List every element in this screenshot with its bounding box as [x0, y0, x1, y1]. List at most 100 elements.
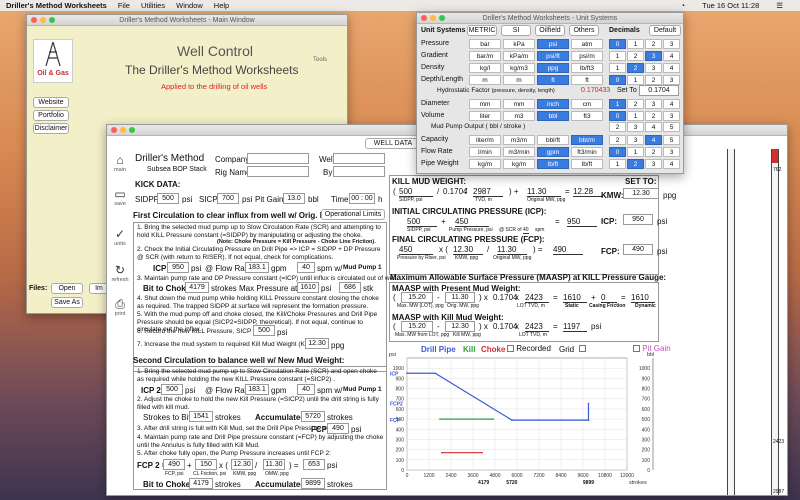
portfolio-button[interactable]: Portfolio [33, 110, 69, 121]
company-input[interactable] [247, 153, 309, 164]
icp-box-input[interactable]: 950 [623, 214, 653, 225]
decimal-option-3[interactable]: 3 [663, 111, 680, 121]
unit-option-2[interactable]: psi [537, 39, 569, 49]
kmw-box-input[interactable]: 12.30 [623, 188, 659, 199]
print-icon[interactable]: ⎙ [113, 297, 127, 312]
decimal-option-3[interactable]: 4 [663, 99, 680, 109]
icp-input[interactable]: 950 [167, 262, 189, 273]
unit-option-1[interactable]: m3/m [503, 135, 535, 145]
fcp-input[interactable]: 490 [327, 423, 349, 434]
unit-option-2[interactable]: ppg [537, 63, 569, 73]
open-button[interactable]: Open [51, 283, 83, 294]
fcp-box-input[interactable]: 490 [623, 244, 653, 255]
main-window-titlebar[interactable]: Driller's Method Worksheets - Main Windo… [27, 15, 347, 26]
window-controls[interactable] [421, 15, 445, 21]
decimal-option-3[interactable]: 3 [663, 147, 680, 157]
unit-option-1[interactable]: kPa [503, 39, 535, 49]
decimal-option-0[interactable]: 1 [609, 63, 626, 73]
unit-option-3[interactable]: psi/m [571, 51, 603, 61]
flow-rate-2-input[interactable]: 183.1 [245, 384, 269, 395]
unit-option-1[interactable]: m [503, 75, 535, 85]
decimal-option-0[interactable]: 1 [609, 99, 626, 109]
unit-option-0[interactable]: kg/m [469, 159, 501, 169]
unit-option-3[interactable]: cm [571, 99, 603, 109]
sidpp-input[interactable]: 500 [157, 193, 179, 204]
decimal-option-1[interactable]: 2 [627, 51, 644, 61]
unit-option-2[interactable]: psi/ft [537, 51, 569, 61]
operational-limits-button[interactable]: Operational Limits [321, 209, 385, 220]
accumulated-input[interactable]: 5720 [301, 411, 325, 422]
decimal-option-1[interactable]: 1 [627, 39, 644, 49]
unit-option-1[interactable]: mm [503, 99, 535, 109]
save-icon[interactable]: ▭ [113, 187, 127, 201]
decimal-option-2[interactable]: 3 [645, 99, 662, 109]
unit-option-1[interactable]: kPa/m [503, 51, 535, 61]
unit-option-1[interactable]: m3 [503, 111, 535, 121]
decimal-option-3[interactable]: 5 [663, 135, 680, 145]
decimal-option-1[interactable]: 3 [627, 135, 644, 145]
unit-option-3[interactable]: atm [571, 39, 603, 49]
wifi-icon[interactable]: ◔ [681, 1, 686, 10]
accumulated-2-input[interactable]: 9899 [301, 478, 325, 489]
decimal-option-2[interactable]: 2 [645, 147, 662, 157]
unit-option-0[interactable]: l/min [469, 147, 501, 157]
home-icon[interactable]: ⌂ [113, 153, 127, 167]
unit-option-2[interactable]: ft [537, 75, 569, 85]
bit-to-choke-input[interactable]: 4179 [185, 282, 209, 293]
unit-option-2[interactable]: inch [537, 99, 569, 109]
decimal-option-0[interactable]: 0 [609, 75, 626, 85]
refresh-icon[interactable]: ↻ [113, 263, 127, 277]
well-data-button[interactable]: WELL DATA [365, 138, 421, 149]
unit-option-0[interactable]: m [469, 75, 501, 85]
clock[interactable]: Tue 16 Oct 11:28 [702, 1, 759, 10]
decimal-option-0[interactable]: 0 [609, 147, 626, 157]
check-icon[interactable]: ✓ [113, 227, 127, 241]
sicp2-input[interactable]: 500 [253, 325, 275, 336]
decimal-option-3[interactable]: 4 [663, 63, 680, 73]
unit-option-3[interactable]: ft3 [571, 111, 603, 121]
unit-option-2[interactable]: bbl [537, 111, 569, 121]
unit-option-1[interactable]: kg/m [503, 159, 535, 169]
decimal-option-0[interactable]: 1 [609, 159, 626, 169]
window-controls[interactable] [111, 127, 135, 133]
unit-option-0[interactable]: bar/m [469, 51, 501, 61]
decimal-option-2[interactable]: 2 [645, 111, 662, 121]
max-pressure-kill-input[interactable]: 1610 [297, 282, 319, 293]
ksi-input[interactable]: 686 [339, 282, 361, 293]
mud-dec-3[interactable]: 5 [663, 122, 680, 132]
icp2-input[interactable]: 500 [161, 384, 183, 395]
unit-systems-titlebar[interactable]: Driller's Method Worksheets - Unit Syste… [417, 13, 683, 24]
unit-option-0[interactable]: mm [469, 99, 501, 109]
decimal-option-0[interactable]: 2 [609, 135, 626, 145]
system-metric-button[interactable]: METRIC [467, 25, 497, 36]
save-as-button[interactable]: Save As [51, 297, 83, 308]
unit-option-2[interactable]: lb/ft [537, 159, 569, 169]
decimal-option-2[interactable]: 2 [645, 39, 662, 49]
menu-help[interactable]: Help [214, 1, 229, 10]
spm-input[interactable]: 40 [297, 262, 315, 273]
decimal-option-3[interactable]: 4 [663, 159, 680, 169]
mud-dec-2[interactable]: 4 [645, 122, 662, 132]
unit-option-1[interactable]: m3/min [503, 147, 535, 157]
menu-app-name[interactable]: Driller's Method Worksheets [6, 1, 107, 10]
unit-option-3[interactable]: ft3/min [571, 147, 603, 157]
kmw-input[interactable]: 12.30 [305, 338, 329, 349]
unit-option-3[interactable]: lb/ft3 [571, 63, 603, 73]
time-input[interactable]: 00 : 00 [349, 193, 375, 204]
well-input[interactable] [333, 153, 385, 164]
decimal-option-2[interactable]: 4 [645, 135, 662, 145]
decimal-option-3[interactable]: 3 [663, 39, 680, 49]
unit-option-1[interactable]: kg/m3 [503, 63, 535, 73]
decimal-option-1[interactable]: 2 [627, 63, 644, 73]
decimal-option-2[interactable]: 3 [645, 159, 662, 169]
website-button[interactable]: Website [33, 97, 69, 108]
decimal-option-2[interactable]: 2 [645, 75, 662, 85]
unit-option-2[interactable]: bbl/ft [537, 135, 569, 145]
sicp-input[interactable]: 700 [217, 193, 239, 204]
rig-name-input[interactable] [247, 166, 309, 177]
decimal-option-1[interactable]: 1 [627, 75, 644, 85]
mud-dec-1[interactable]: 3 [627, 122, 644, 132]
decimal-option-2[interactable]: 3 [645, 51, 662, 61]
unit-option-0[interactable]: liter/m [469, 135, 501, 145]
mud-dec-0[interactable]: 2 [609, 122, 626, 132]
